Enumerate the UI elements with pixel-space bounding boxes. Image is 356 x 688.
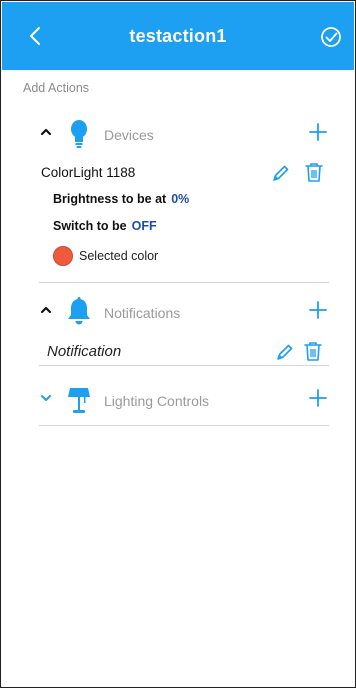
chevron-down-icon[interactable] (39, 391, 53, 405)
color-swatch (53, 246, 73, 266)
edit-pencil-icon[interactable] (275, 342, 295, 362)
divider (39, 282, 329, 283)
device-name: ColorLight 1188 (41, 165, 136, 180)
add-lighting-control-button[interactable] (307, 387, 329, 409)
section-label: Notifications (104, 305, 181, 321)
bell-icon (65, 297, 93, 327)
chevron-up-icon[interactable] (39, 303, 53, 317)
delete-trash-icon[interactable] (304, 161, 324, 183)
page-title: testaction1 (129, 26, 227, 46)
section-lighting-controls[interactable]: Lighting Controls (39, 385, 329, 415)
divider (39, 425, 329, 426)
add-notification-button[interactable] (307, 299, 329, 321)
lamp-icon (65, 385, 93, 415)
confirm-check-icon[interactable] (320, 26, 342, 48)
switch-value: OFF (131, 219, 157, 233)
selected-color-label: Selected color (79, 249, 159, 263)
header-bar: testaction1 (2, 2, 354, 70)
delete-trash-icon[interactable] (303, 340, 323, 362)
switch-line: Switch to be OFF (53, 219, 157, 233)
add-actions-label: Add Actions (23, 81, 90, 95)
brightness-line: Brightness to be at 0% (53, 192, 189, 206)
section-devices[interactable]: Devices (39, 119, 329, 149)
brightness-label: Brightness to be at (53, 192, 167, 206)
app-frame: testaction1 Add Actions Devices ColorLig… (0, 0, 356, 688)
section-label: Devices (104, 127, 154, 143)
notification-name: Notification (47, 343, 122, 360)
switch-label: Switch to be (53, 219, 127, 233)
section-notifications[interactable]: Notifications (39, 297, 329, 327)
divider (39, 365, 329, 366)
brightness-value: 0% (171, 192, 190, 206)
chevron-up-icon[interactable] (39, 125, 53, 139)
lightbulb-icon (65, 119, 93, 149)
edit-pencil-icon[interactable] (271, 163, 291, 183)
section-label: Lighting Controls (104, 393, 210, 409)
add-device-button[interactable] (307, 121, 329, 143)
